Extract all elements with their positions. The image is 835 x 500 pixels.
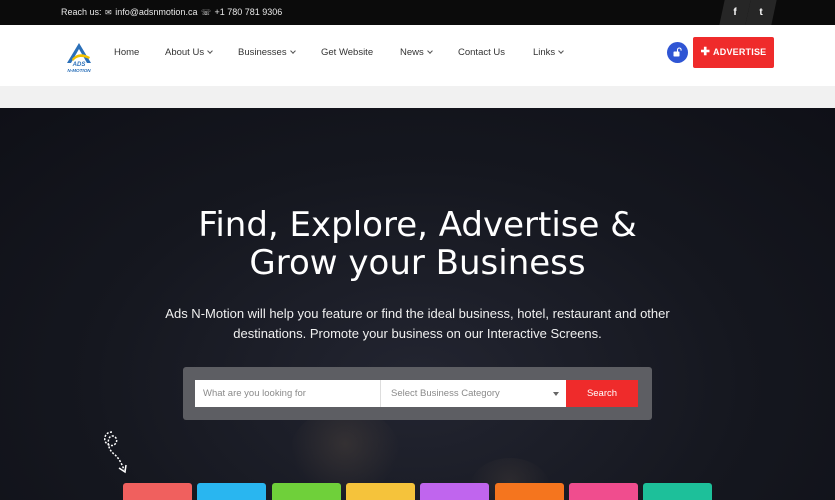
- category-tile[interactable]: [345, 483, 415, 500]
- category-tile[interactable]: [643, 483, 713, 500]
- nav-links-label: Links: [533, 47, 556, 58]
- hero-headline: Find, Explore, Advertise & Grow your Bus…: [0, 206, 835, 282]
- unlock-icon: [673, 47, 682, 57]
- contact-info: Reach us: ✉ info@adsnmotion.ca ☏ +1 780 …: [61, 7, 282, 17]
- search-panel: Select Business Category Search: [183, 367, 652, 420]
- nav-news-label: News: [400, 47, 424, 58]
- nav-contact-us-label: Contact Us: [458, 47, 505, 58]
- nav-home[interactable]: Home: [114, 47, 139, 58]
- nav-divider-strip: [0, 86, 835, 108]
- nav-contact-us[interactable]: Contact Us: [458, 47, 505, 58]
- nav-news[interactable]: News: [400, 47, 433, 58]
- curly-arrow-icon: [104, 431, 127, 474]
- nav-links[interactable]: Links: [533, 47, 565, 58]
- search-button[interactable]: Search: [566, 380, 638, 407]
- category-placeholder: Select Business Category: [391, 388, 500, 399]
- main-navbar: ADS N-MOTION Home About Us Businesses Ge…: [0, 25, 835, 86]
- category-tile[interactable]: [197, 483, 267, 500]
- login-button[interactable]: [667, 42, 688, 63]
- business-category-select[interactable]: Select Business Category: [380, 380, 566, 407]
- hero-subtext: Ads N-Motion will help you feature or fi…: [165, 306, 670, 341]
- nav-get-website-label: Get Website: [321, 47, 374, 58]
- facebook-icon: f: [733, 7, 737, 18]
- advertise-button[interactable]: ✚ ADVERTISE: [693, 37, 774, 68]
- nav-home-label: Home: [114, 47, 140, 58]
- reach-label: Reach us:: [61, 7, 102, 17]
- headline-line-1: Find, Explore, Advertise &: [198, 205, 637, 245]
- nav-businesses[interactable]: Businesses: [238, 47, 296, 58]
- search-input[interactable]: [195, 380, 380, 407]
- headline-line-2: Grow your Business: [249, 243, 586, 283]
- twitter-link[interactable]: t: [745, 0, 777, 25]
- chevron-down-icon: [426, 48, 433, 54]
- nav-businesses-label: Businesses: [238, 47, 287, 58]
- category-tile[interactable]: [494, 483, 564, 500]
- chevron-down-icon: [207, 48, 213, 54]
- nav-get-website[interactable]: Get Website: [321, 47, 373, 58]
- plus-icon: ✚: [700, 46, 711, 58]
- nav-about-us-label: About Us: [165, 47, 205, 58]
- phone-link[interactable]: +1 780 781 9306: [215, 7, 283, 17]
- category-tile[interactable]: [420, 483, 490, 500]
- chevron-down-icon: [558, 48, 565, 54]
- caret-down-icon: [553, 392, 559, 396]
- ads-n-motion-logo[interactable]: ADS N-MOTION: [63, 41, 95, 73]
- category-tile[interactable]: [271, 483, 341, 500]
- logo-text-bottom: N-MOTION: [67, 68, 91, 73]
- advertise-label: ADVERTISE: [713, 47, 767, 57]
- email-link[interactable]: info@adsnmotion.ca: [115, 7, 197, 17]
- phone-icon: ☏: [200, 8, 211, 17]
- category-tile[interactable]: [123, 483, 192, 500]
- nav-about-us[interactable]: About Us: [165, 47, 213, 58]
- envelope-icon: ✉: [105, 8, 112, 17]
- chevron-down-icon: [289, 48, 296, 54]
- twitter-icon: t: [759, 7, 763, 18]
- hero-section: Find, Explore, Advertise & Grow your Bus…: [0, 108, 835, 500]
- top-bar: Reach us: ✉ info@adsnmotion.ca ☏ +1 780 …: [0, 0, 835, 25]
- category-tile[interactable]: [568, 483, 638, 500]
